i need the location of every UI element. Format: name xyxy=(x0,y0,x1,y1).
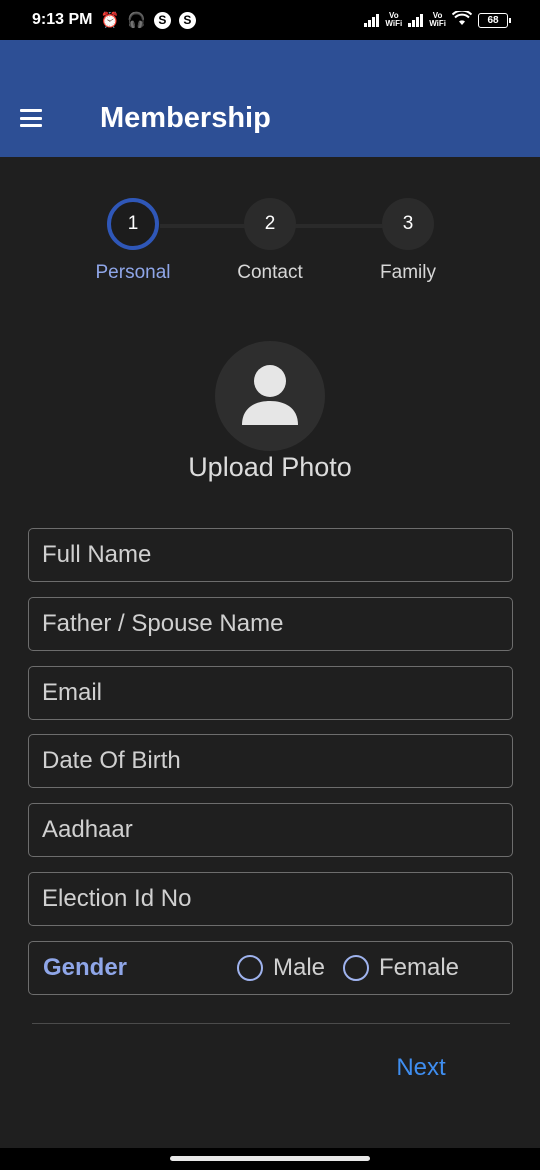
gender-male-radio[interactable]: Male xyxy=(237,954,325,982)
step-circle: 1 xyxy=(107,198,159,250)
gender-field: Gender Male Female xyxy=(28,941,513,995)
father-spouse-name-field xyxy=(28,597,513,651)
step-label: Contact xyxy=(237,262,303,283)
vowifi-label: Vo WiFi xyxy=(429,11,446,28)
aadhaar-field xyxy=(28,803,513,857)
full-name-field xyxy=(28,528,513,582)
person-icon xyxy=(242,365,298,425)
step-label: Family xyxy=(380,262,436,283)
gender-option-label: Female xyxy=(379,954,460,981)
election-id-input[interactable] xyxy=(29,873,512,925)
status-right: Vo WiFi Vo WiFi 68 xyxy=(364,9,511,29)
radio-circle-icon[interactable] xyxy=(237,955,263,981)
skype-icon: S xyxy=(153,11,171,29)
father-spouse-name-input[interactable] xyxy=(29,598,512,650)
headset-icon: 🎧 xyxy=(127,12,146,29)
gender-female-radio[interactable]: Female xyxy=(343,954,459,982)
status-time: 9:13 PM xyxy=(32,11,93,28)
step-family[interactable]: 3 Family xyxy=(338,198,478,284)
step-circle: 2 xyxy=(244,198,296,250)
alarm-icon: ⏰ xyxy=(100,12,120,29)
upload-photo-button[interactable] xyxy=(215,341,325,451)
step-personal[interactable]: 1 Personal xyxy=(63,198,203,284)
status-bar: 9:13 PM ⏰ 🎧 S S Vo WiFi Vo WiFi 68 xyxy=(0,0,540,40)
page-title: Membership xyxy=(100,102,271,134)
vowifi-label: Vo WiFi xyxy=(385,11,403,28)
navigation-bar xyxy=(0,1148,540,1170)
gender-label: Gender xyxy=(43,954,128,981)
email-input[interactable] xyxy=(29,667,512,719)
app-bar: Membership xyxy=(0,40,540,157)
home-indicator[interactable] xyxy=(170,1156,370,1161)
status-left: 9:13 PM ⏰ 🎧 S S xyxy=(32,11,196,29)
date-of-birth-input[interactable] xyxy=(29,735,512,787)
signal-icon xyxy=(408,13,424,27)
stepper: 1 Personal 2 Contact 3 Family xyxy=(0,198,540,298)
radio-circle-icon[interactable] xyxy=(343,955,369,981)
aadhaar-input[interactable] xyxy=(29,804,512,856)
menu-icon[interactable] xyxy=(20,109,42,127)
election-id-field xyxy=(28,872,513,926)
signal-icon xyxy=(364,13,380,27)
date-of-birth-field xyxy=(28,734,513,788)
step-contact[interactable]: 2 Contact xyxy=(200,198,340,284)
step-circle: 3 xyxy=(382,198,434,250)
email-field xyxy=(28,666,513,720)
next-button[interactable]: Next xyxy=(384,1048,458,1088)
gender-option-label: Male xyxy=(273,954,326,981)
full-name-input[interactable] xyxy=(29,529,512,581)
skype-icon: S xyxy=(178,11,196,29)
step-label: Personal xyxy=(95,262,171,283)
wifi-icon xyxy=(451,9,473,29)
battery-icon: 68 xyxy=(478,12,511,28)
divider xyxy=(32,1023,510,1024)
upload-photo-label: Upload Photo xyxy=(188,452,352,482)
